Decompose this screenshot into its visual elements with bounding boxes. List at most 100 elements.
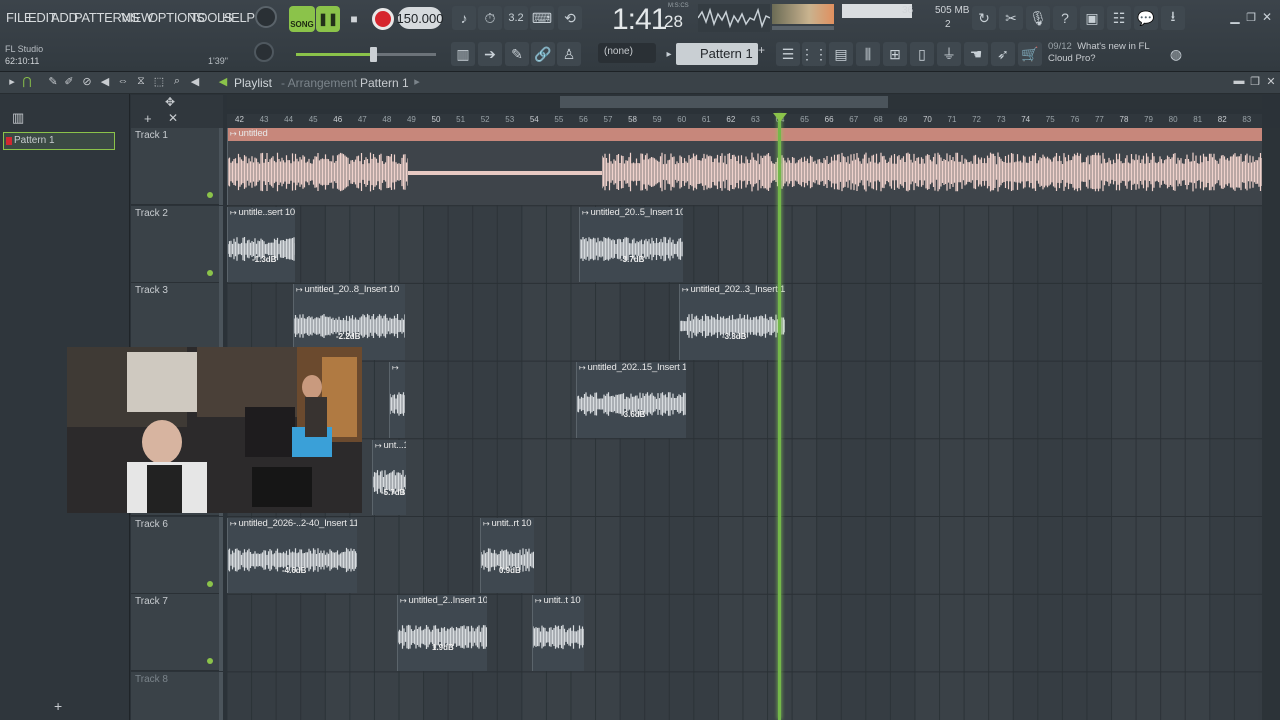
- globe-button[interactable]: ◍: [1166, 44, 1186, 64]
- track-header[interactable]: Track 8: [131, 671, 223, 720]
- restore-button[interactable]: ❐: [1244, 10, 1258, 24]
- arrow-button[interactable]: ➔: [478, 42, 502, 66]
- zoom-icon[interactable]: ⌕: [170, 75, 184, 91]
- menu-arrow-icon[interactable]: ▸: [5, 75, 19, 91]
- track-enable-led[interactable]: [207, 269, 213, 276]
- mixer-view-button[interactable]: ⫼: [856, 42, 880, 66]
- playlist-close-icon[interactable]: ✕: [1264, 75, 1278, 91]
- playlist-minimize-icon[interactable]: ▬: [1232, 75, 1246, 91]
- tempo-display[interactable]: 150.000: [397, 7, 444, 29]
- remove-icon[interactable]: ✕: [168, 111, 178, 125]
- audio-clip[interactable]: untitle..sert 10 -1.3dB: [227, 206, 295, 283]
- pattern-song-toggle[interactable]: SONG: [289, 6, 315, 32]
- oscilloscope[interactable]: [697, 4, 771, 32]
- channel-rack-button[interactable]: ⋮⋮: [800, 42, 828, 66]
- track-header[interactable]: Track 2: [131, 205, 223, 283]
- track-header[interactable]: Track 6: [131, 516, 223, 594]
- magnet-icon[interactable]: ⋂: [20, 75, 34, 91]
- touch-keyboard-button[interactable]: ☚: [964, 42, 988, 66]
- playhead[interactable]: [778, 114, 781, 720]
- add-track-icon[interactable]: +: [144, 111, 152, 126]
- step-edit-button[interactable]: ⌨: [530, 6, 554, 30]
- play-button[interactable]: ❚❚: [316, 6, 340, 32]
- track-enable-led[interactable]: [207, 658, 213, 665]
- project-button[interactable]: ▯: [910, 42, 934, 66]
- paint-icon[interactable]: ✐: [62, 75, 76, 91]
- picker-pattern-item[interactable]: Pattern 1: [3, 132, 115, 150]
- audio-clip[interactable]: untitled_2..Insert 10 1.9dB: [397, 595, 487, 671]
- main-volume-slider[interactable]: [296, 47, 436, 62]
- help-button[interactable]: ?: [1053, 6, 1077, 30]
- timeline-ruler[interactable]: 42 43 44 45 46 47 48 49 50 51 52 53 54 55 56 57 58 59 60 61…: [227, 114, 1262, 128]
- track-enable-led[interactable]: [207, 192, 213, 198]
- audio-clip[interactable]: untit..rt 10 0.9dB: [480, 517, 534, 594]
- track-header[interactable]: Track 1: [131, 128, 223, 205]
- slice-icon[interactable]: ⧖: [134, 75, 148, 91]
- audio-clip[interactable]: unt...1 -5.7dB: [372, 439, 406, 516]
- playback-icon[interactable]: ◀: [188, 75, 202, 91]
- delete-icon[interactable]: ⊘: [80, 75, 94, 91]
- track-enable-led[interactable]: [207, 580, 213, 587]
- snap-select[interactable]: (none): [598, 43, 656, 63]
- slip-icon[interactable]: ⇔: [116, 75, 130, 91]
- audio-clip[interactable]: untit..t 10: [532, 595, 584, 671]
- track-resize-grip[interactable]: [219, 128, 223, 205]
- time-display[interactable]: 1:41: [612, 3, 667, 37]
- news-panel[interactable]: 09/12 What's new in FL Cloud Pro?: [1048, 41, 1150, 65]
- pattern-selector[interactable]: Pattern 1: [676, 43, 758, 65]
- piano-roll-button[interactable]: ▥: [451, 42, 475, 66]
- chevron-right-icon[interactable]: ▸: [410, 75, 424, 91]
- track-header[interactable]: Track 7: [131, 594, 223, 672]
- mixer-button[interactable]: ☷: [1107, 6, 1131, 30]
- stamp-button[interactable]: ♙: [557, 42, 581, 66]
- audio-clip[interactable]: untitled_202..15_Insert 10 -3.6dB: [576, 362, 686, 438]
- minimize-button[interactable]: ▁: [1228, 10, 1242, 24]
- playhead-marker[interactable]: [773, 113, 787, 122]
- arrangement-grid[interactable]: untitled untitle..sert 10 -1.3dB untitled_2…: [227, 128, 1262, 720]
- track-resize-grip[interactable]: [219, 205, 223, 283]
- save-button[interactable]: ▣: [1080, 6, 1104, 30]
- countdown-button[interactable]: 3.2: [504, 6, 528, 30]
- download-button[interactable]: ⭳: [1161, 6, 1185, 30]
- audio-clip[interactable]: untitled_2026-..2-40_Insert 11 -4.6dB: [227, 517, 357, 594]
- zoom-handle-icon[interactable]: ✥: [165, 95, 175, 109]
- pitch-knob[interactable]: [254, 42, 274, 62]
- browser-button[interactable]: ⊞: [883, 42, 907, 66]
- piano-roll-view-button[interactable]: ▤: [829, 42, 853, 66]
- chat-button[interactable]: 💬: [1134, 6, 1158, 30]
- close-button[interactable]: ✕: [1260, 10, 1274, 24]
- audio-clip[interactable]: untitled: [227, 128, 1262, 205]
- pattern-prev-arrow[interactable]: ▸: [664, 44, 674, 64]
- playlist-restore-icon[interactable]: ❐: [1248, 75, 1262, 91]
- piano-keys-icon[interactable]: ▥: [12, 110, 24, 126]
- audio-clip[interactable]: [389, 362, 405, 438]
- record-button[interactable]: [372, 8, 394, 30]
- scrollbar-thumb[interactable]: [560, 96, 888, 108]
- cut-button[interactable]: ✂: [999, 6, 1023, 30]
- audio-clip[interactable]: untitled_20..5_Insert 10 -3.7dB: [579, 206, 683, 283]
- pencil-icon[interactable]: ✎: [46, 75, 60, 91]
- add-track-button[interactable]: +: [54, 698, 62, 714]
- select-icon[interactable]: ⬚: [152, 75, 166, 91]
- audio-input-button[interactable]: 🎙: [1026, 6, 1050, 30]
- audio-clip[interactable]: untitled_202..3_Insert 10 -3.3dB: [679, 284, 785, 361]
- loop-record-button[interactable]: ⟲: [558, 6, 582, 30]
- main-volume-handle[interactable]: [370, 47, 377, 62]
- link-button[interactable]: 🔗: [531, 42, 555, 66]
- track-resize-grip[interactable]: [219, 594, 223, 672]
- track-resize-grip[interactable]: [219, 671, 223, 720]
- master-volume-slider[interactable]: [772, 26, 834, 30]
- vertical-scrollbar[interactable]: [1262, 128, 1280, 720]
- master-knob[interactable]: [255, 6, 277, 28]
- undo-button[interactable]: ↻: [972, 6, 996, 30]
- menu-help[interactable]: HELP: [222, 10, 255, 25]
- wait-input-button[interactable]: ⏱: [478, 6, 502, 30]
- track-resize-grip[interactable]: [219, 516, 223, 594]
- shop-button[interactable]: 🛒: [1018, 42, 1042, 66]
- tempo-tapper-button[interactable]: ➶: [991, 42, 1015, 66]
- metronome-button[interactable]: ♪: [452, 6, 476, 30]
- playlist-button[interactable]: ☰: [776, 42, 800, 66]
- stop-button[interactable]: ■: [344, 9, 364, 29]
- add-pattern-button[interactable]: +: [758, 43, 768, 65]
- mute-icon[interactable]: ◀: [98, 75, 112, 91]
